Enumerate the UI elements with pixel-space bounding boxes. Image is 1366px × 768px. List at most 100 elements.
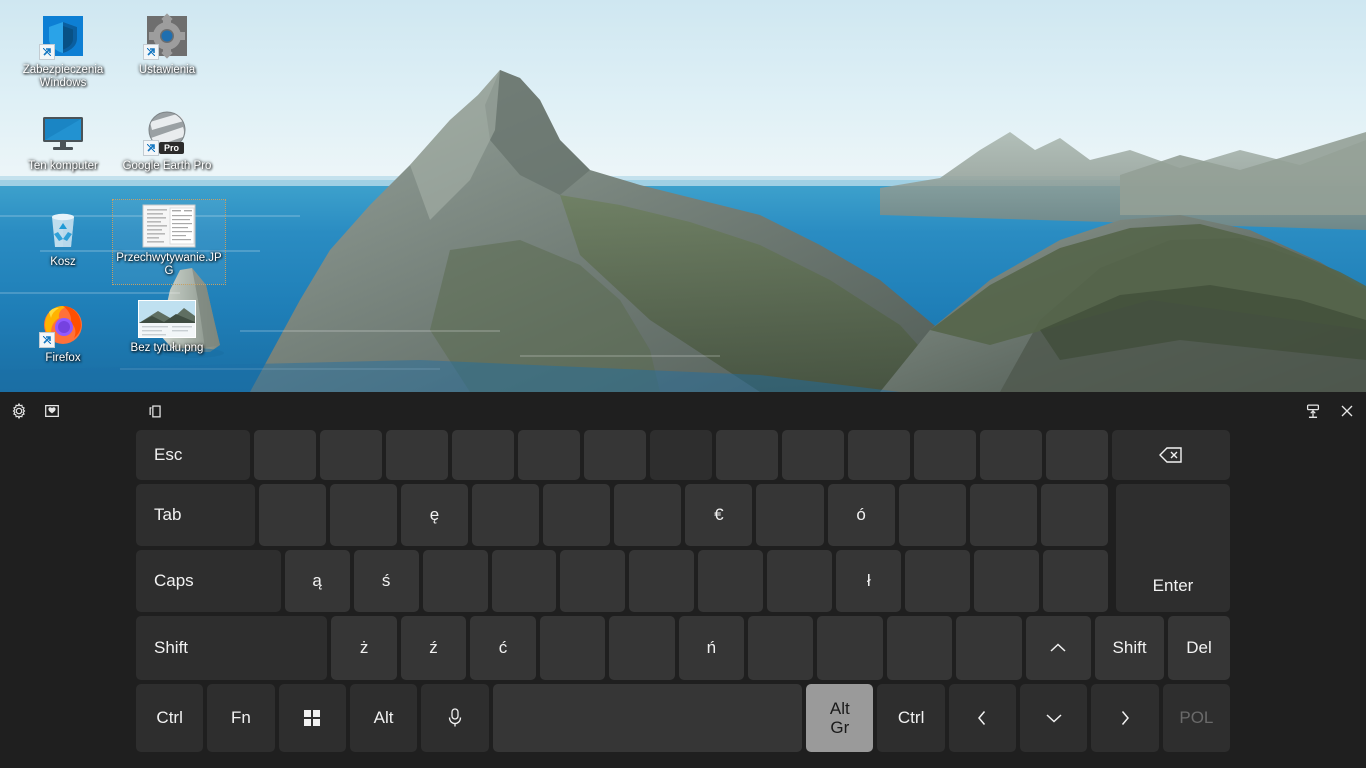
emoji-heart-icon[interactable] bbox=[33, 392, 71, 430]
key-b[interactable] bbox=[609, 616, 675, 680]
desktop-icon-settings[interactable]: Ustawienia bbox=[112, 8, 222, 83]
keyboard-toolbar bbox=[0, 392, 1366, 430]
key-tab[interactable]: Tab bbox=[136, 484, 255, 546]
key-windows[interactable] bbox=[278, 684, 346, 752]
key-bracket-left[interactable] bbox=[969, 484, 1037, 546]
desktop-icon-label: Bez tytułu.png bbox=[130, 342, 204, 354]
key-blank-9[interactable] bbox=[782, 430, 845, 480]
key-blank-4[interactable] bbox=[452, 430, 515, 480]
key-l-stroke[interactable]: ł bbox=[836, 550, 902, 612]
desktop-wallpaper[interactable]: Zabezpieczenia Windows Ustawienia Ten ko… bbox=[0, 0, 1366, 392]
key-arrow-left[interactable] bbox=[948, 684, 1017, 752]
key-h[interactable] bbox=[629, 550, 695, 612]
key-alt-gr[interactable]: Alt Gr bbox=[806, 684, 874, 752]
key-alt-gr-label: Alt Gr bbox=[829, 699, 850, 737]
key-blank-10[interactable] bbox=[848, 430, 911, 480]
key-blank-2[interactable] bbox=[320, 430, 383, 480]
key-shift-right[interactable]: Shift bbox=[1095, 616, 1164, 680]
pro-badge: Pro bbox=[159, 142, 185, 154]
key-enter[interactable]: Enter bbox=[1116, 484, 1230, 612]
key-blank-6[interactable] bbox=[584, 430, 647, 480]
key-blank-11[interactable] bbox=[914, 430, 977, 480]
desktop-icon-windows-security[interactable]: Zabezpieczenia Windows bbox=[8, 8, 118, 96]
key-fn[interactable]: Fn bbox=[207, 684, 275, 752]
image-thumbnail-photo-icon bbox=[138, 300, 196, 338]
key-space[interactable] bbox=[492, 684, 803, 752]
key-delete[interactable]: Del bbox=[1167, 616, 1231, 680]
key-backspace[interactable] bbox=[1112, 430, 1230, 480]
firefox-icon bbox=[39, 300, 87, 348]
key-v[interactable] bbox=[539, 616, 606, 680]
key-esc[interactable]: Esc bbox=[136, 430, 251, 480]
key-z-acute[interactable]: ź bbox=[400, 616, 467, 680]
settings-gear-icon bbox=[143, 12, 191, 60]
dock-keyboard-icon[interactable] bbox=[1294, 392, 1332, 430]
key-q[interactable] bbox=[258, 484, 326, 546]
key-w[interactable] bbox=[329, 484, 397, 546]
key-period[interactable] bbox=[886, 616, 953, 680]
key-ctrl-left[interactable]: Ctrl bbox=[136, 684, 204, 752]
key-blank-12[interactable] bbox=[980, 430, 1043, 480]
key-i[interactable] bbox=[756, 484, 824, 546]
close-icon[interactable] bbox=[1328, 392, 1366, 430]
key-g[interactable] bbox=[560, 550, 626, 612]
keyboard-row-function: Esc bbox=[136, 430, 1230, 480]
shortcut-overlay-icon bbox=[143, 44, 159, 60]
recycle-bin-icon bbox=[39, 204, 87, 252]
key-semicolon[interactable] bbox=[905, 550, 971, 612]
desktop-icon-bez-tytulu-png[interactable]: Bez tytułu.png bbox=[112, 296, 222, 361]
key-backslash[interactable] bbox=[1043, 550, 1109, 612]
key-r[interactable] bbox=[472, 484, 540, 546]
image-thumbnail-document-icon bbox=[141, 204, 197, 248]
key-bracket-right[interactable] bbox=[1040, 484, 1108, 546]
key-shift-left[interactable]: Shift bbox=[136, 616, 328, 680]
screen: Zabezpieczenia Windows Ustawienia Ten ko… bbox=[0, 0, 1366, 768]
desktop-icon-przechwytywanie-jpg[interactable]: Przechwytywanie.JPG bbox=[112, 199, 226, 285]
keyboard-row-tab: Tab ę € ó bbox=[136, 484, 1230, 546]
key-microphone[interactable] bbox=[421, 684, 489, 752]
key-blank-3[interactable] bbox=[386, 430, 449, 480]
key-e-ogonek[interactable]: ę bbox=[400, 484, 468, 546]
key-blank-8[interactable] bbox=[716, 430, 779, 480]
shortcut-overlay-icon bbox=[39, 332, 55, 348]
desktop-icon-recycle-bin[interactable]: Kosz bbox=[8, 200, 118, 275]
clipboard-icon[interactable] bbox=[137, 392, 175, 430]
desktop-icon-this-pc[interactable]: Ten komputer bbox=[8, 104, 118, 179]
key-blank-7[interactable] bbox=[650, 430, 713, 480]
key-t[interactable] bbox=[543, 484, 611, 546]
key-c-acute[interactable]: ć bbox=[470, 616, 536, 680]
desktop-icon-google-earth-pro[interactable]: Pro Google Earth Pro bbox=[112, 104, 222, 179]
key-a-ogonek[interactable]: ą bbox=[284, 550, 350, 612]
desktop-icon-firefox[interactable]: Firefox bbox=[8, 296, 118, 371]
key-m[interactable] bbox=[748, 616, 814, 680]
key-d[interactable] bbox=[422, 550, 488, 612]
key-y[interactable] bbox=[614, 484, 682, 546]
shortcut-overlay-icon bbox=[39, 44, 55, 60]
key-blank-5[interactable] bbox=[518, 430, 581, 480]
key-slash[interactable] bbox=[956, 616, 1022, 680]
key-z-dot[interactable]: ż bbox=[331, 616, 397, 680]
key-comma[interactable] bbox=[817, 616, 883, 680]
key-alt-left[interactable]: Alt bbox=[349, 684, 418, 752]
google-earth-globe-icon: Pro bbox=[143, 108, 191, 156]
key-blank-1[interactable] bbox=[254, 430, 317, 480]
desktop-icon-label: Kosz bbox=[50, 256, 76, 268]
key-arrow-right[interactable] bbox=[1091, 684, 1159, 752]
key-o-acute[interactable]: ó bbox=[827, 484, 895, 546]
key-caps-lock[interactable]: Caps bbox=[136, 550, 281, 612]
key-apostrophe[interactable] bbox=[974, 550, 1040, 612]
key-s-acute[interactable]: ś bbox=[353, 550, 419, 612]
key-f[interactable] bbox=[491, 550, 557, 612]
key-arrow-down[interactable] bbox=[1020, 684, 1088, 752]
desktop-icon-label: Przechwytywanie.JPG bbox=[116, 252, 222, 277]
key-euro[interactable]: € bbox=[685, 484, 753, 546]
key-language-indicator[interactable]: POL bbox=[1162, 684, 1231, 752]
key-p[interactable] bbox=[898, 484, 966, 546]
key-arrow-up[interactable] bbox=[1025, 616, 1092, 680]
desktop-icon-label: Google Earth Pro bbox=[122, 160, 212, 172]
key-k[interactable] bbox=[767, 550, 833, 612]
key-n-acute[interactable]: ń bbox=[678, 616, 745, 680]
key-ctrl-right[interactable]: Ctrl bbox=[877, 684, 945, 752]
key-j[interactable] bbox=[698, 550, 764, 612]
key-blank-13[interactable] bbox=[1046, 430, 1109, 480]
